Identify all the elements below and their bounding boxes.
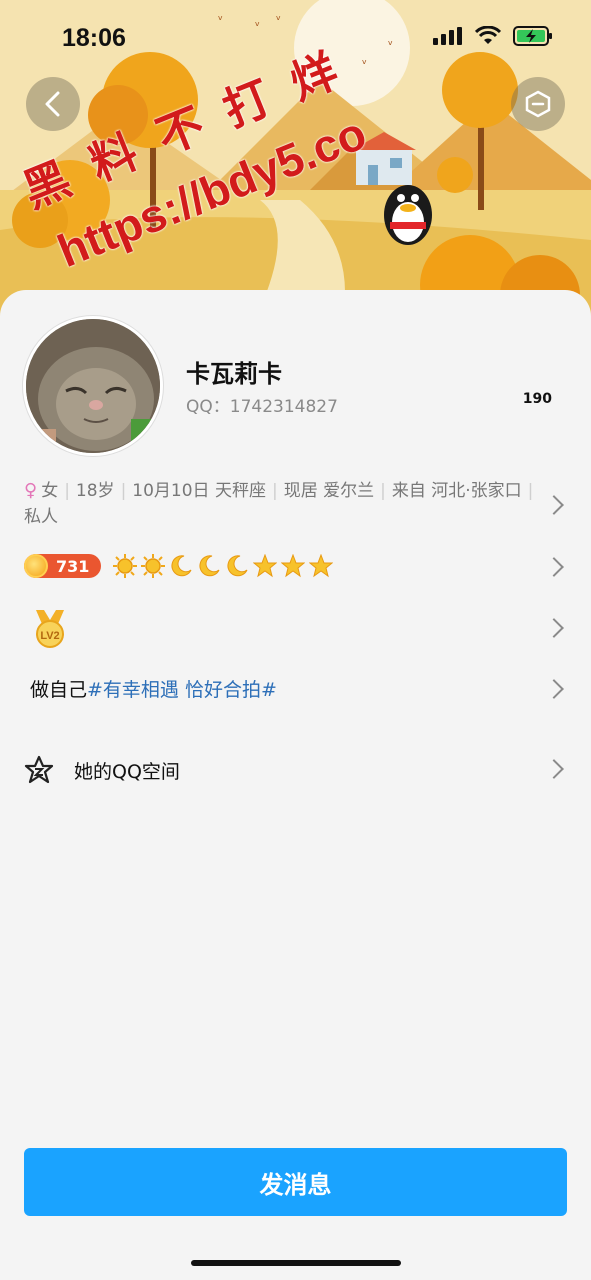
divider: | — [527, 481, 534, 501]
sun-icon — [141, 554, 166, 578]
avatar[interactable] — [23, 316, 163, 456]
wifi-icon — [475, 26, 501, 44]
vip-level-text: LV2 — [40, 630, 59, 642]
info-hometown: 来自 河北·张家口 — [391, 481, 522, 501]
chevron-right-icon — [544, 679, 564, 699]
cellular-signal-icon — [433, 27, 462, 45]
info-age: 18岁 — [75, 481, 115, 501]
status-time: 18:06 — [62, 24, 126, 52]
qzone-label: 她的QQ空间 — [74, 760, 180, 783]
status-icons — [433, 26, 553, 46]
star-icon — [253, 554, 278, 578]
moon-icon — [199, 555, 220, 577]
moon-icon — [227, 555, 248, 577]
chevron-left-icon — [45, 91, 60, 117]
info-birthday: 10月10日 天秤座 — [132, 481, 266, 501]
divider: | — [64, 481, 70, 501]
divider: | — [271, 481, 278, 501]
star-icon — [309, 554, 334, 578]
home-indicator[interactable] — [191, 1260, 401, 1266]
qzone-entry-row[interactable]: 她的QQ空间 — [24, 755, 180, 785]
qq-level-row[interactable]: 731 — [24, 552, 334, 580]
qq-number: QQ：1742314827 — [186, 397, 338, 417]
profile-card: 卡瓦莉卡 QQ：1742314827 190 ♀ 女 | 18岁 | 10月10日 天秤座… — [0, 290, 591, 1280]
signature-text: 做自己 — [30, 679, 88, 701]
profile-cover-image[interactable]: ᵥ ᵥ ᵥ ᵥ ᵥ 黑料不打烊 https://bdy5.co 18:06 — [0, 0, 591, 330]
chevron-right-icon — [544, 495, 564, 515]
status-bar: 18:06 — [0, 0, 591, 80]
cat-avatar-image — [26, 319, 160, 453]
back-button[interactable] — [26, 77, 80, 131]
qzone-star-icon — [24, 755, 54, 784]
vip-level-badge-icon: LV2 — [36, 610, 64, 648]
nickname: 卡瓦莉卡 — [186, 360, 282, 388]
basic-info-row[interactable]: ♀ 女 | 18岁 | 10月10日 天秤座 | 现居 爱尔兰 | 来自 河北·张家口 |私人 — [24, 478, 544, 530]
battery-charging-icon — [513, 26, 552, 46]
more-options-button[interactable] — [511, 77, 565, 131]
divider: | — [120, 481, 127, 501]
chevron-right-icon — [544, 557, 564, 577]
coin-icon — [24, 554, 48, 578]
star-icon — [281, 554, 306, 578]
send-message-button[interactable]: 发消息 — [24, 1148, 567, 1216]
info-gender: 女 — [41, 481, 59, 501]
signature-row[interactable]: 做自己#有幸相遇 恰好合拍# — [30, 675, 277, 702]
signature-tags[interactable]: #有幸相遇 恰好合拍# — [87, 679, 277, 701]
info-residence: 现居 爱尔兰 — [283, 481, 375, 501]
hexagon-more-icon — [525, 90, 551, 118]
chevron-right-icon — [544, 759, 564, 779]
coin-value: 731 — [56, 556, 90, 576]
vip-badge-row[interactable]: LV2 — [30, 608, 70, 654]
level-icons — [113, 554, 334, 578]
divider: | — [380, 481, 386, 501]
info-extra: 私人 — [24, 507, 58, 527]
sun-icon — [113, 554, 138, 578]
coin-badge: 731 — [24, 554, 102, 578]
like-count[interactable]: 190 — [523, 391, 552, 407]
moon-icon — [171, 555, 192, 577]
chevron-right-icon — [544, 618, 564, 638]
female-icon: ♀ — [24, 480, 38, 501]
